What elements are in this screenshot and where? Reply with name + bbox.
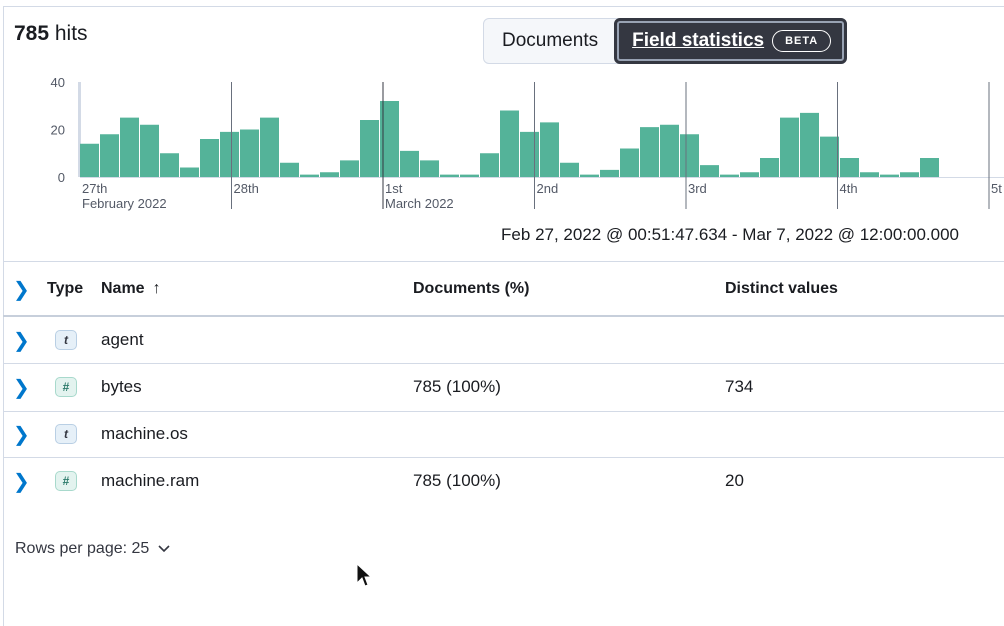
histogram-bar bbox=[840, 158, 859, 177]
histogram-bar bbox=[160, 153, 179, 177]
histogram-bar bbox=[300, 174, 319, 177]
col-name[interactable]: Name ↑ bbox=[101, 263, 161, 315]
col-distinct-values[interactable]: Distinct values bbox=[725, 263, 838, 315]
histogram-bar bbox=[180, 167, 199, 177]
view-toggle: Documents Field statistics BETA bbox=[483, 18, 848, 64]
histogram-bar bbox=[540, 122, 559, 177]
histogram-bar bbox=[860, 172, 879, 177]
histogram-bar bbox=[440, 174, 459, 177]
histogram-bar bbox=[520, 131, 539, 177]
table-row[interactable]: ❯ # bytes 785 (100%) 734 bbox=[3, 363, 1004, 411]
histogram-bar bbox=[900, 172, 919, 177]
histogram-bar bbox=[780, 117, 799, 177]
table-row[interactable]: ❯ t agent bbox=[3, 317, 1004, 363]
histogram-bar bbox=[120, 117, 139, 177]
histogram-bar bbox=[340, 160, 359, 177]
histogram-bar bbox=[740, 172, 759, 177]
distinct-values: 20 bbox=[725, 471, 744, 490]
table-row[interactable]: ❯ t machine.os bbox=[3, 411, 1004, 457]
histogram-bar bbox=[680, 134, 699, 177]
tab-field-statistics-label: Field statistics bbox=[632, 30, 765, 51]
x-month-label: March 2022 bbox=[385, 196, 454, 211]
x-day-label: 5t bbox=[991, 181, 1002, 196]
hits-count: 785 hits bbox=[14, 22, 88, 45]
field-type-icon: # bbox=[55, 471, 77, 491]
histogram-bar bbox=[80, 143, 99, 177]
histogram-bar bbox=[140, 124, 159, 177]
tab-field-statistics[interactable]: Field statistics BETA bbox=[614, 18, 848, 64]
beta-badge: BETA bbox=[772, 30, 832, 52]
field-name: bytes bbox=[101, 377, 142, 396]
field-name: machine.ram bbox=[101, 471, 200, 490]
histogram-bar bbox=[420, 160, 439, 177]
documents-percent: 785 (100%) bbox=[413, 377, 501, 396]
histogram-bar bbox=[500, 110, 519, 177]
time-range: Feb 27, 2022 @ 00:51:47.634 - Mar 7, 202… bbox=[501, 225, 959, 244]
histogram-bar bbox=[800, 112, 819, 177]
histogram-bar bbox=[820, 136, 839, 177]
expand-row-chevron-icon[interactable]: ❯ bbox=[13, 469, 30, 494]
y-tick-label: 40 bbox=[51, 75, 65, 90]
histogram-bar bbox=[200, 139, 219, 177]
x-month-label: February 2022 bbox=[82, 196, 167, 211]
divider bbox=[3, 261, 1004, 262]
tab-documents[interactable]: Documents bbox=[484, 19, 614, 63]
rows-per-page-button[interactable]: Rows per page: 25 bbox=[15, 540, 171, 558]
histogram-bar bbox=[580, 174, 599, 177]
expand-row-chevron-icon[interactable]: ❯ bbox=[13, 375, 30, 400]
field-type-icon: t bbox=[55, 424, 77, 444]
col-documents[interactable]: Documents (%) bbox=[413, 263, 529, 315]
expand-row-chevron-icon[interactable]: ❯ bbox=[13, 328, 30, 353]
histogram-bar bbox=[880, 174, 899, 177]
x-day-label: 4th bbox=[840, 181, 858, 196]
histogram-bar bbox=[280, 162, 299, 177]
histogram-bar bbox=[260, 117, 279, 177]
histogram-chart[interactable]: 40 20 0 27thFebruary 2022 28th 1stMarch 2022 2… bbox=[0, 70, 1004, 215]
histogram-bar bbox=[400, 150, 419, 177]
histogram-bar bbox=[640, 127, 659, 177]
field-type-icon: # bbox=[55, 377, 77, 397]
histogram-bar bbox=[220, 131, 239, 177]
histogram-bar bbox=[660, 124, 679, 177]
x-day-label: 28th bbox=[234, 181, 259, 196]
histogram-bar bbox=[700, 165, 719, 177]
sort-asc-icon: ↑ bbox=[152, 280, 161, 297]
x-day-label: 1st bbox=[385, 181, 403, 196]
table-header: ❯ Type Name ↑ Documents (%) Distinct val… bbox=[3, 263, 1004, 315]
histogram-bar bbox=[100, 134, 119, 177]
histogram-bar bbox=[920, 158, 939, 177]
histogram-bar bbox=[600, 169, 619, 177]
mouse-cursor-icon bbox=[356, 563, 373, 587]
table-row[interactable]: ❯ # machine.ram 785 (100%) 20 bbox=[3, 457, 1004, 505]
distinct-values: 734 bbox=[725, 377, 754, 396]
chevron-down-icon bbox=[158, 545, 170, 553]
histogram-bar bbox=[620, 148, 639, 177]
histogram-bar bbox=[360, 120, 379, 177]
y-tick-label: 0 bbox=[58, 170, 65, 185]
field-type-icon: t bbox=[55, 330, 77, 350]
histogram-bar bbox=[480, 153, 499, 177]
expand-row-chevron-icon[interactable]: ❯ bbox=[13, 422, 30, 447]
x-day-label: 3rd bbox=[688, 181, 707, 196]
histogram-bar bbox=[560, 162, 579, 177]
documents-percent: 785 (100%) bbox=[413, 471, 501, 490]
field-name: machine.os bbox=[101, 424, 188, 443]
col-type[interactable]: Type bbox=[47, 263, 83, 315]
x-day-label: 2nd bbox=[537, 181, 559, 196]
expand-all-chevron-icon[interactable]: ❯ bbox=[13, 277, 30, 302]
histogram-bar bbox=[760, 158, 779, 177]
x-day-label: 27th bbox=[82, 181, 107, 196]
histogram-bar bbox=[320, 172, 339, 177]
field-name: agent bbox=[101, 330, 144, 349]
histogram-bar bbox=[240, 129, 259, 177]
histogram-bar bbox=[720, 174, 739, 177]
rows-per-page-label: Rows per page: 25 bbox=[15, 540, 150, 557]
histogram-bar bbox=[460, 174, 479, 177]
y-tick-label: 20 bbox=[51, 123, 65, 138]
